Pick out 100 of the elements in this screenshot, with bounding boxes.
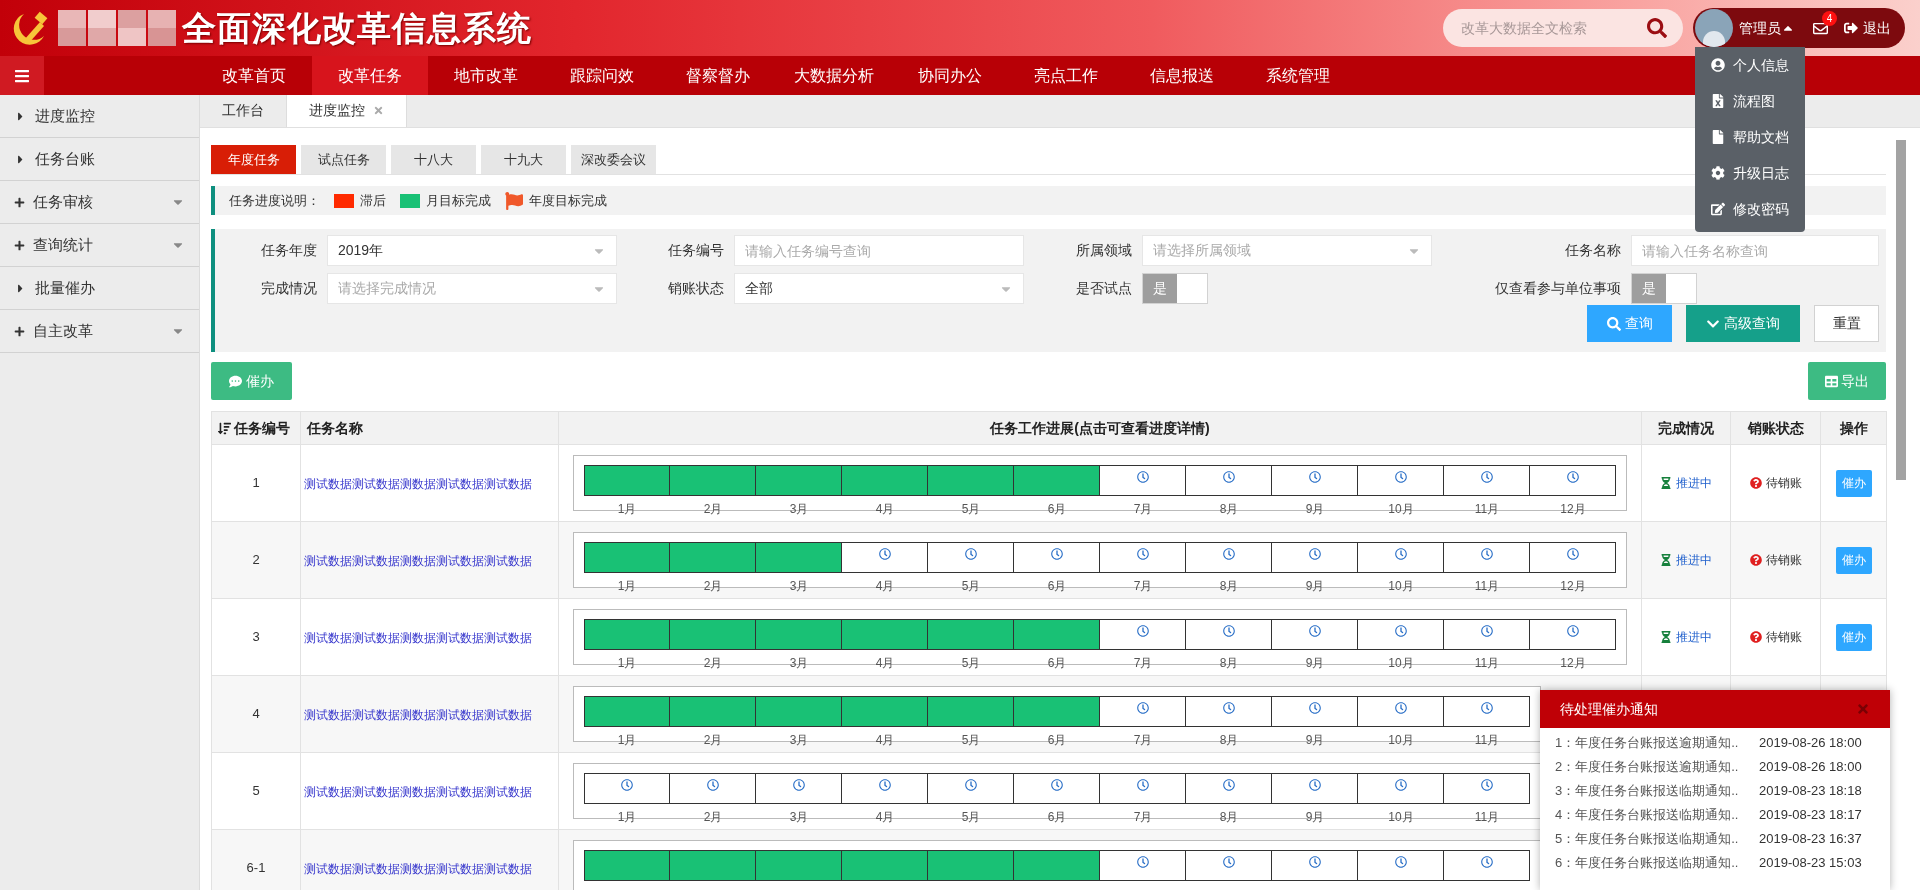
user-menu-button[interactable]: 管理员 (1739, 17, 1795, 39)
task-name-link[interactable]: 测试数据测试数据测数据测试数据测试数据 (304, 477, 532, 491)
month-cell[interactable] (669, 542, 756, 573)
month-cell[interactable] (1099, 696, 1186, 727)
month-cell[interactable] (927, 619, 1014, 650)
month-cell[interactable] (927, 696, 1014, 727)
notification-link[interactable]: 2：年度任务台账报送逾期通知.. (1555, 757, 1759, 777)
month-cell[interactable] (1013, 696, 1100, 727)
sidebar-item[interactable]: 批量催办 (0, 267, 199, 310)
month-cell[interactable] (1357, 850, 1444, 881)
scrollbar-thumb[interactable] (1896, 140, 1906, 480)
month-cell[interactable] (584, 696, 670, 727)
month-cell[interactable] (755, 696, 842, 727)
category-tab[interactable]: 十八大 (391, 145, 476, 174)
month-cell[interactable] (1099, 465, 1186, 496)
month-cell[interactable] (755, 542, 842, 573)
month-cell[interactable] (1443, 465, 1530, 496)
task-name-link[interactable]: 测试数据测试数据测数据测试数据测试数据 (304, 554, 532, 568)
month-cell[interactable] (755, 773, 842, 804)
month-cell[interactable] (1529, 542, 1616, 573)
sidebar-item[interactable]: 任务台账 (0, 138, 199, 181)
month-cell[interactable] (841, 619, 928, 650)
month-cell[interactable] (927, 850, 1014, 881)
month-cell[interactable] (1357, 542, 1444, 573)
menu-item[interactable]: 修改密码 (1695, 191, 1805, 227)
reset-button[interactable]: 重置 (1814, 305, 1879, 342)
notification-link[interactable]: 4：年度任务台账报送临期通知.. (1555, 805, 1759, 825)
logout-button[interactable]: 退出 (1844, 17, 1891, 39)
month-cell[interactable] (841, 696, 928, 727)
task-name-link[interactable]: 测试数据测试数据测数据测试数据测试数据 (304, 708, 532, 722)
sidebar-item[interactable]: 自主改革 (0, 310, 199, 353)
month-cell[interactable] (1271, 773, 1358, 804)
month-cell[interactable] (584, 773, 670, 804)
month-cell[interactable] (1271, 696, 1358, 727)
nav-item[interactable]: 协同办公 (892, 56, 1008, 95)
month-cell[interactable] (841, 773, 928, 804)
month-cell[interactable] (1099, 542, 1186, 573)
nav-item[interactable]: 改革首页 (196, 56, 312, 95)
month-cell[interactable] (584, 465, 670, 496)
task-name-link[interactable]: 测试数据测试数据测数据测试数据测试数据 (304, 785, 532, 799)
page-tab[interactable]: 进度监控 (287, 95, 407, 127)
month-cell[interactable] (927, 773, 1014, 804)
month-cell[interactable] (1357, 773, 1444, 804)
nav-item[interactable]: 地市改革 (428, 56, 544, 95)
month-cell[interactable] (1013, 773, 1100, 804)
nav-item[interactable]: 亮点工作 (1008, 56, 1124, 95)
month-cell[interactable] (1013, 850, 1100, 881)
text-field[interactable]: 请输入任务名称查询 (1631, 235, 1879, 266)
menu-item[interactable]: 帮助文档 (1695, 119, 1805, 155)
month-cell[interactable] (1271, 850, 1358, 881)
avatar[interactable] (1695, 9, 1733, 47)
month-cell[interactable] (1185, 542, 1272, 573)
search-field[interactable]: 改革大数据全文检索 (1443, 9, 1683, 47)
month-cell[interactable] (1357, 619, 1444, 650)
select-field[interactable]: 全部 (734, 273, 1024, 304)
month-cell[interactable] (669, 773, 756, 804)
month-cell[interactable] (1443, 542, 1530, 573)
month-cell[interactable] (1443, 696, 1530, 727)
month-cell[interactable] (1013, 619, 1100, 650)
month-cell[interactable] (1443, 773, 1530, 804)
nav-item[interactable]: 信息报送 (1124, 56, 1240, 95)
month-cell[interactable] (1099, 619, 1186, 650)
month-cell[interactable] (1185, 850, 1272, 881)
category-tab[interactable]: 年度任务 (211, 145, 296, 174)
nav-item[interactable]: 督察督办 (660, 56, 776, 95)
month-cell[interactable] (1529, 619, 1616, 650)
month-cell[interactable] (1357, 696, 1444, 727)
text-field[interactable]: 请输入任务编号查询 (734, 235, 1024, 266)
month-cell[interactable] (1271, 542, 1358, 573)
month-cell[interactable] (1271, 465, 1358, 496)
month-cell[interactable] (1185, 619, 1272, 650)
nav-item[interactable]: 跟踪问效 (544, 56, 660, 95)
notification-link[interactable]: 3：年度任务台账报送临期通知.. (1555, 781, 1759, 801)
month-cell[interactable] (669, 696, 756, 727)
menu-item[interactable]: 个人信息 (1695, 47, 1805, 83)
month-cell[interactable] (755, 619, 842, 650)
month-cell[interactable] (1357, 465, 1444, 496)
month-cell[interactable] (841, 850, 928, 881)
category-tab[interactable]: 十九大 (481, 145, 566, 174)
month-cell[interactable] (1443, 850, 1530, 881)
sidebar-item[interactable]: 进度监控 (0, 95, 199, 138)
category-tab[interactable]: 深改委会议 (571, 145, 656, 174)
menu-item[interactable]: 升级日志 (1695, 155, 1805, 191)
nav-item[interactable]: 改革任务 (312, 56, 428, 95)
nav-item[interactable]: 大数据分析 (776, 56, 892, 95)
month-cell[interactable] (1099, 850, 1186, 881)
month-cell[interactable] (755, 850, 842, 881)
sidebar-item[interactable]: 任务审核 (0, 181, 199, 224)
month-cell[interactable] (1443, 619, 1530, 650)
month-cell[interactable] (927, 465, 1014, 496)
month-cell[interactable] (669, 619, 756, 650)
month-cell[interactable] (927, 542, 1014, 573)
sort-icon[interactable] (218, 421, 231, 435)
month-cell[interactable] (1185, 465, 1272, 496)
month-cell[interactable] (1013, 465, 1100, 496)
search-icon[interactable] (1647, 18, 1667, 38)
notification-link[interactable]: 5：年度任务台账报送临期通知.. (1555, 829, 1759, 849)
month-cell[interactable] (584, 542, 670, 573)
menu-item[interactable]: 流程图 (1695, 83, 1805, 119)
month-cell[interactable] (1099, 773, 1186, 804)
